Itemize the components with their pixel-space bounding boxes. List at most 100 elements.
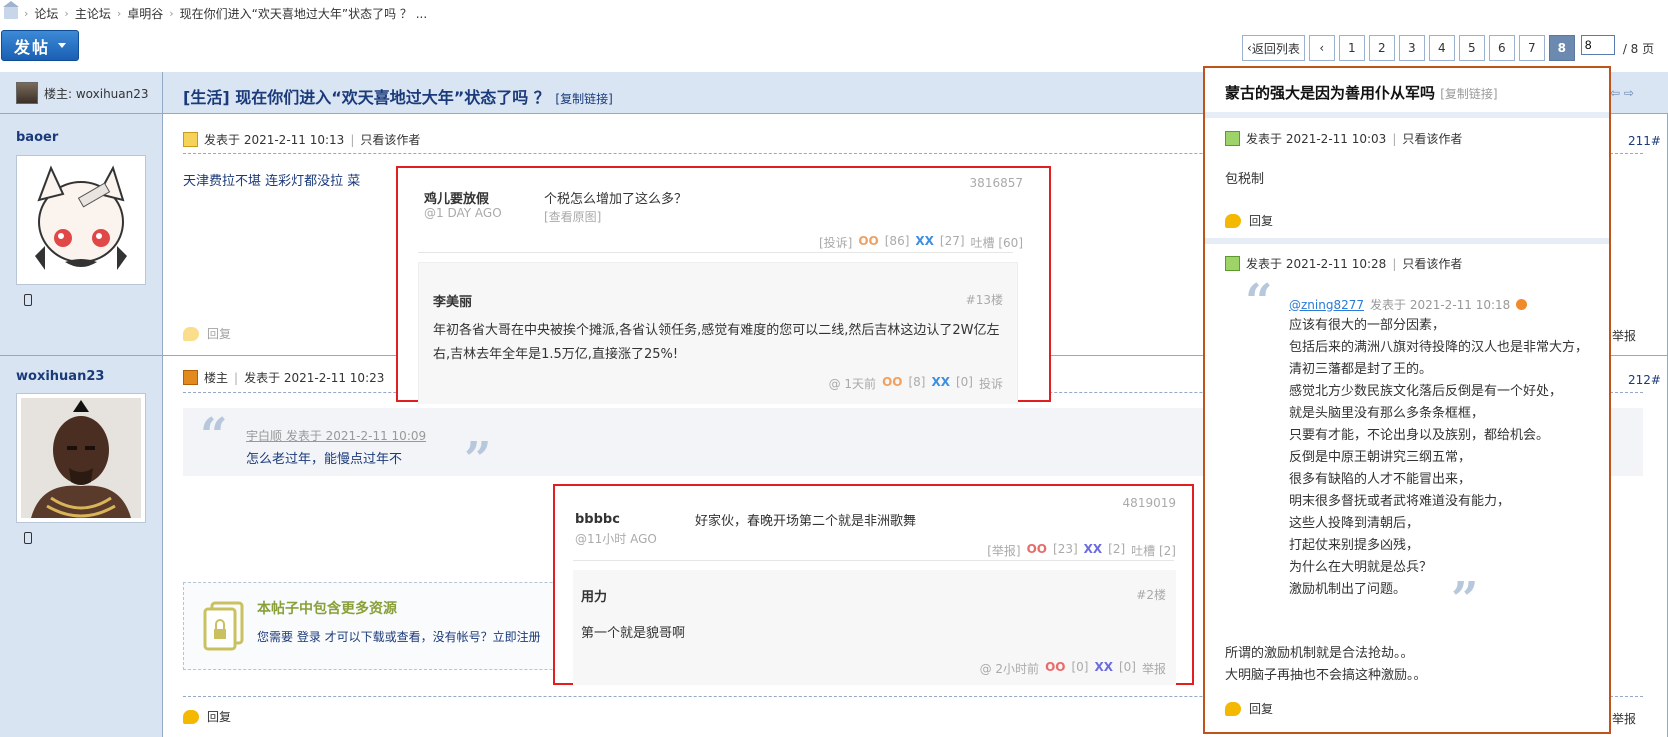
op-label: 楼主: woxihuan23 xyxy=(44,86,149,101)
sub-comment: 用力 #2楼 第一个就是貌哥啊 @ 2小时前 OO [0] XX [0] 举报 xyxy=(573,570,1176,685)
nav-arrows[interactable]: ⇦ ⇨ xyxy=(1610,86,1634,100)
op-avatar[interactable] xyxy=(16,82,38,104)
sub-comment-actions: @ 2小时前 OO [0] XX [0] 举报 xyxy=(980,660,1166,677)
page-1[interactable]: 1 xyxy=(1338,35,1365,61)
back-to-list-label: 返回列表 xyxy=(1251,41,1300,56)
comment-user[interactable]: bbbbc xyxy=(575,512,620,527)
reply-button[interactable]: 回复 xyxy=(1225,700,1273,717)
reply-icon xyxy=(183,326,199,341)
comment-actions: [投诉] OO [86] XX [27] 吐槽 [60] xyxy=(819,234,1023,251)
quoted-user-link[interactable]: @zning8277 xyxy=(1289,298,1364,312)
reply-label: 回复 xyxy=(207,327,232,341)
complain-link[interactable]: 投诉 xyxy=(979,375,1003,392)
page-4[interactable]: 4 xyxy=(1428,35,1455,61)
sub-comment-text: 第一个就是貌哥啊 xyxy=(581,626,686,641)
comment-popup: 3816857 鸡儿要放假 @1 DAY AGO 个税怎么增加了这么多？ [查看… xyxy=(396,166,1051,404)
reply-icon xyxy=(1225,213,1241,228)
quote-line: 很多有缺陷的人才不能冒出来， xyxy=(1289,472,1472,487)
sub-comment-user[interactable]: 用力 xyxy=(581,586,607,605)
reply-label: 回复 xyxy=(1249,214,1274,228)
downvote-button[interactable]: XX xyxy=(1084,542,1103,559)
reply-button[interactable]: 回复 xyxy=(183,325,231,342)
tucao-link[interactable]: 吐槽 [60] xyxy=(971,234,1023,251)
view-original-link[interactable]: [查看原图] xyxy=(544,208,601,225)
page-7[interactable]: 7 xyxy=(1518,35,1545,61)
tucao-link[interactable]: 吐槽 [2] xyxy=(1131,542,1176,559)
comment-user[interactable]: 鸡儿要放假 xyxy=(424,188,489,207)
panel-quote-lines: 应该有很大的一部分因素， 包括后来的满洲八旗对待投降的汉人也是非常大方， 清初三… xyxy=(1289,315,1588,601)
chevron-right-icon: › xyxy=(116,6,122,20)
downvote-button[interactable]: XX xyxy=(915,234,934,251)
floor-number[interactable]: 211# xyxy=(1628,134,1661,148)
report-link[interactable]: 举报 xyxy=(1612,710,1636,727)
reply-button[interactable]: 回复 xyxy=(183,708,231,725)
open-quote-icon: “ xyxy=(200,408,228,464)
sub-comment-text: 年初各省大哥在中央被挨个摊派,各省认领任务,感觉有难度的您可以二线,然后吉林这边… xyxy=(433,323,1000,362)
upvote-button[interactable]: OO xyxy=(882,375,902,392)
prev-page-button[interactable]: ‹ xyxy=(1308,35,1335,61)
page-5[interactable]: 5 xyxy=(1458,35,1485,61)
resource-title: 本帖子中包含更多资源 xyxy=(257,601,397,617)
chevron-right-icon: › xyxy=(64,6,69,20)
page-6[interactable]: 6 xyxy=(1488,35,1515,61)
complain-link[interactable]: [投诉] xyxy=(819,234,852,251)
avatar[interactable] xyxy=(16,393,146,523)
divider xyxy=(573,560,1174,561)
downvote-button[interactable]: XX xyxy=(931,375,950,392)
user-icon xyxy=(183,132,198,147)
sub-comment-floor: #2楼 xyxy=(1136,588,1166,602)
copy-link-button[interactable]: [复制链接] xyxy=(555,92,612,106)
downvote-count: [0] xyxy=(955,375,973,389)
quote-line: 就是头脑里没有那么多条条框框， xyxy=(1289,406,1485,421)
panel-title-text: 蒙古的强大是因为善用仆从军吗 xyxy=(1225,84,1436,102)
reply-icon xyxy=(183,709,199,724)
breadcrumb-board[interactable]: 卓明谷 xyxy=(127,5,163,22)
reply-icon xyxy=(1225,701,1241,716)
floor-number[interactable]: 212# xyxy=(1628,373,1661,387)
page-8-current[interactable]: 8 xyxy=(1548,35,1575,61)
reply-label: 回复 xyxy=(207,710,232,724)
open-quote-icon: “ xyxy=(1245,274,1273,330)
report-link[interactable]: 举报 xyxy=(1142,660,1166,677)
jump-icon[interactable] xyxy=(1516,299,1528,310)
only-author-link[interactable]: 只看该作者 xyxy=(1402,255,1462,272)
back-to-list-button[interactable]: ‹ 返回列表 xyxy=(1242,35,1305,61)
resource-text[interactable]: 您需要 登录 才可以下载或查看，没有帐号？立即注册 xyxy=(257,628,541,645)
page-3[interactable]: 3 xyxy=(1398,35,1425,61)
breadcrumb: › 论坛 › 主论坛 › 卓明谷 › 现在你们进入“欢天喜地过大年”状态了吗 ？… xyxy=(0,0,1668,26)
downvote-button[interactable]: XX xyxy=(1094,660,1113,677)
report-link[interactable]: 举报 xyxy=(1612,327,1636,344)
new-post-button[interactable]: 发帖 xyxy=(1,30,79,61)
only-author-link[interactable]: 只看该作者 xyxy=(1402,130,1462,147)
breadcrumb-forum[interactable]: 论坛 xyxy=(34,5,58,22)
pagination: ‹ 返回列表 ‹ 1 2 3 4 5 6 7 8 / 8 页 xyxy=(1242,35,1654,61)
post-author-name[interactable]: baoer xyxy=(16,130,58,145)
panel-quote-header: @zning8277 发表于 2021-2-11 10:18 xyxy=(1289,296,1528,313)
breadcrumb-main-forum[interactable]: 主论坛 xyxy=(75,5,111,22)
thread-preview-panel: 蒙古的强大是因为善用仆从军吗 [复制链接] 发表于 2021-2-11 10:0… xyxy=(1203,66,1611,734)
host-icon xyxy=(183,370,198,385)
chevron-right-icon: › xyxy=(24,6,29,20)
page-jump-input[interactable] xyxy=(1580,35,1615,55)
home-icon[interactable] xyxy=(3,1,19,19)
quote-line: 清初三藩都是封了王的。 xyxy=(1289,362,1433,377)
panel-post-line: 所谓的激励机制就是合法抢劫。。 xyxy=(1225,646,1414,661)
post-meta: 发表于 2021-2-11 10:13 | 只看该作者 xyxy=(183,131,420,148)
report-link[interactable]: [举报] xyxy=(987,542,1020,559)
post-meta: 楼主 | 发表于 2021-2-11 10:23 xyxy=(183,369,384,386)
quote-reference[interactable]: 宇白顺 发表于 2021-2-11 10:09 xyxy=(246,427,426,444)
post-author-name[interactable]: woxihuan23 xyxy=(16,369,104,384)
upvote-button[interactable]: OO xyxy=(1045,660,1065,677)
sub-comment-actions: @ 1天前 OO [8] XX [0] 投诉 xyxy=(829,375,1003,392)
reply-button[interactable]: 回复 xyxy=(1225,212,1273,229)
avatar[interactable] xyxy=(16,155,146,285)
page-2[interactable]: 2 xyxy=(1368,35,1395,61)
panel-copy-link[interactable]: [复制链接] xyxy=(1440,87,1497,101)
quote-line: 明末很多督抚或者武将难道没有能力， xyxy=(1289,494,1511,509)
sub-comment-user[interactable]: 李美丽 xyxy=(433,291,472,310)
breadcrumb-thread[interactable]: 现在你们进入“欢天喜地过大年”状态了吗 ？ ... xyxy=(180,5,428,22)
upvote-button[interactable]: OO xyxy=(858,234,878,251)
upvote-button[interactable]: OO xyxy=(1027,542,1047,559)
only-author-link[interactable]: 只看该作者 xyxy=(360,131,420,148)
quote-line: 这些人投降到清朝后， xyxy=(1289,516,1420,531)
